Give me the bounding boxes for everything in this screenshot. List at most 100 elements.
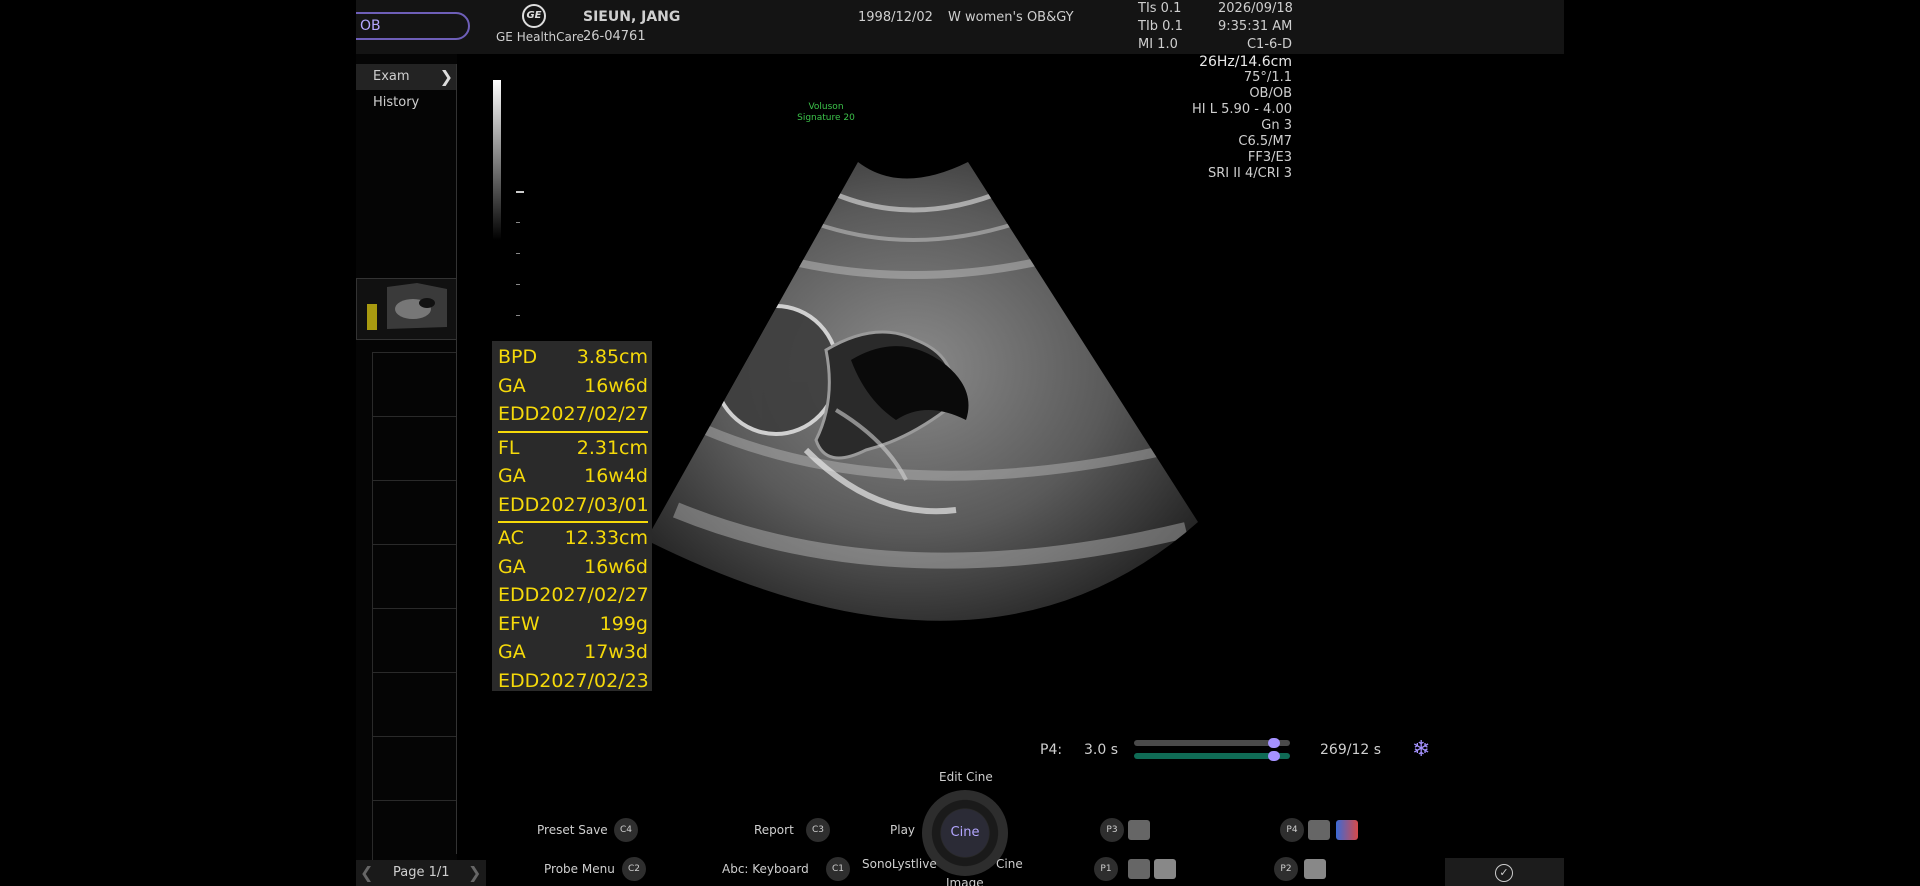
gray-tick: [516, 315, 520, 316]
thumbnail-slot[interactable]: [372, 672, 456, 736]
measurement-row: GA 16w4d: [498, 462, 648, 491]
patient-name[interactable]: SIEUN, JANG: [583, 9, 680, 25]
tis-value: TIs 0.1: [1138, 1, 1182, 16]
measurement-label: EDD: [498, 493, 540, 516]
cine-duration: 3.0 s: [1084, 742, 1119, 758]
preset-selector[interactable]: OB: [356, 12, 470, 40]
exam-time: 9:35:31 AM: [1218, 19, 1293, 34]
ge-logo-icon: GE: [522, 4, 546, 28]
measurement-label: GA: [498, 555, 526, 578]
measurement-label: AC: [498, 527, 524, 549]
measurement-row: GA 16w6d: [498, 372, 648, 401]
report-button[interactable]: C3: [806, 818, 830, 842]
measurement-value: 2027/02/27: [539, 403, 649, 425]
p2-button[interactable]: P2: [1274, 857, 1298, 881]
tib-value: TIb 0.1: [1138, 19, 1183, 34]
measurement-value: 17w3d: [584, 641, 648, 663]
play-button[interactable]: Play: [890, 823, 915, 837]
p3-button[interactable]: P3: [1100, 818, 1124, 842]
probe-menu-button[interactable]: C2: [622, 857, 646, 881]
measurement-row: EFW 199g: [498, 610, 648, 639]
frame-depth: 26Hz/14.6cm: [1199, 54, 1292, 70]
measurement-value: 16w6d: [584, 374, 648, 397]
p4-button[interactable]: P4: [1280, 818, 1304, 842]
measurement-row: EDD 2027/02/23: [498, 667, 649, 696]
param-gain: Gn 3: [1261, 118, 1292, 133]
snowflake-icon[interactable]: ❄: [1412, 737, 1430, 762]
image-thumbnail[interactable]: [356, 278, 457, 340]
panel-divider: [456, 64, 457, 854]
thumbnail-slot[interactable]: [372, 800, 456, 864]
param-map: C6.5/M7: [1238, 134, 1292, 149]
keyboard-button[interactable]: C1: [826, 857, 850, 881]
gray-tick: [516, 191, 524, 193]
institution-name: W women's OB&GY: [948, 10, 1074, 25]
measurement-row: EDD 2027/02/27: [498, 400, 649, 429]
cine-button[interactable]: Cine: [941, 809, 989, 857]
save-image-icon[interactable]: [1128, 820, 1150, 840]
exam-history-label: Exam History: [373, 69, 420, 110]
ultrasound-image: [646, 162, 1198, 621]
exam-history-button[interactable]: Exam History ❯: [356, 64, 457, 110]
image-button[interactable]: Image: [946, 876, 984, 886]
save-cine-icon[interactable]: [1308, 820, 1330, 840]
cine-track-top[interactable]: [1134, 740, 1290, 746]
cine-preset-key: P4:: [1040, 742, 1063, 758]
measurement-value: 2027/02/27: [539, 584, 649, 606]
chevron-left-icon[interactable]: ❮: [360, 860, 373, 886]
cine-lower-button[interactable]: Cine: [996, 857, 1023, 871]
color-print-icon[interactable]: [1336, 820, 1358, 840]
measurement-row: EDD 2027/03/01: [498, 491, 649, 520]
keyboard-label: Abc: Keyboard: [722, 862, 809, 876]
preset-save-button[interactable]: C4: [614, 818, 638, 842]
param-harmonic: HI L 5.90 - 4.00: [1192, 102, 1292, 117]
probe-menu-label: Probe Menu: [544, 862, 615, 876]
cine-slider-handle[interactable]: [1267, 751, 1280, 761]
cine-track-bottom[interactable]: [1134, 753, 1290, 759]
measurement-label: FL: [498, 436, 520, 459]
page-indicator: Page 1/1: [393, 865, 450, 880]
measurement-label: GA: [498, 641, 526, 663]
measurement-label: GA: [498, 374, 526, 397]
watermark-line1: Voluson: [808, 102, 844, 112]
measurement-row: FL 2.31cm: [498, 434, 648, 463]
email-icon[interactable]: [1154, 859, 1176, 879]
measurement-value: 199g: [599, 612, 648, 635]
header-bar: OB GE GE HealthCare SIEUN, JANG 26-04761…: [356, 0, 1564, 54]
measurement-label: EDD: [498, 584, 540, 606]
measurement-label: EFW: [498, 612, 540, 635]
datetime-block: 2026/09/18 9:35:31 AM C1-6-D: [1218, 0, 1293, 54]
print-icon[interactable]: [1304, 859, 1326, 879]
measurement-divider: [498, 430, 648, 433]
measurement-value: 2.31cm: [576, 436, 648, 459]
voluson-watermark: Voluson Signature 20: [796, 102, 856, 124]
chevron-right-icon: ❯: [439, 67, 453, 86]
ultrasound-app: OB GE GE HealthCare SIEUN, JANG 26-04761…: [356, 0, 1564, 886]
measurement-value: 2027/03/01: [539, 493, 649, 516]
p1-button[interactable]: P1: [1094, 857, 1118, 881]
edit-cine-button[interactable]: Edit Cine: [939, 770, 993, 784]
thumbnail-slot[interactable]: [372, 608, 456, 672]
measurement-value: 3.85cm: [576, 346, 648, 368]
measurement-row: GA 17w3d: [498, 638, 648, 667]
brand-label: GE HealthCare: [496, 30, 584, 44]
thumbnail-image: [367, 283, 447, 330]
measurement-divider: [498, 521, 648, 523]
thumbnail-slot[interactable]: [372, 544, 456, 608]
cine-slider-handle[interactable]: [1267, 738, 1280, 748]
gray-tick: [516, 222, 520, 223]
confirm-button[interactable]: ✓: [1445, 858, 1564, 886]
measurement-label: GA: [498, 465, 526, 487]
chevron-right-icon[interactable]: ❯: [468, 860, 481, 886]
save-image-icon[interactable]: [1128, 859, 1150, 879]
measurement-row: GA 16w6d: [498, 553, 648, 582]
thumbnail-slot[interactable]: [372, 736, 456, 800]
sonolyst-button[interactable]: SonoLystlive: [862, 857, 937, 871]
thumbnail-slot[interactable]: [372, 416, 456, 480]
thumbnail-slot[interactable]: [372, 352, 456, 416]
watermark-line2: Signature 20: [797, 113, 855, 123]
measurement-results: BPD 3.85cm GA 16w6d EDD 2027/02/27 FL 2.31cm…: [492, 341, 652, 692]
param-angle: 75°/1.1: [1243, 70, 1292, 85]
patient-id: 26-04761: [583, 29, 646, 44]
thumbnail-slot[interactable]: [372, 480, 456, 544]
